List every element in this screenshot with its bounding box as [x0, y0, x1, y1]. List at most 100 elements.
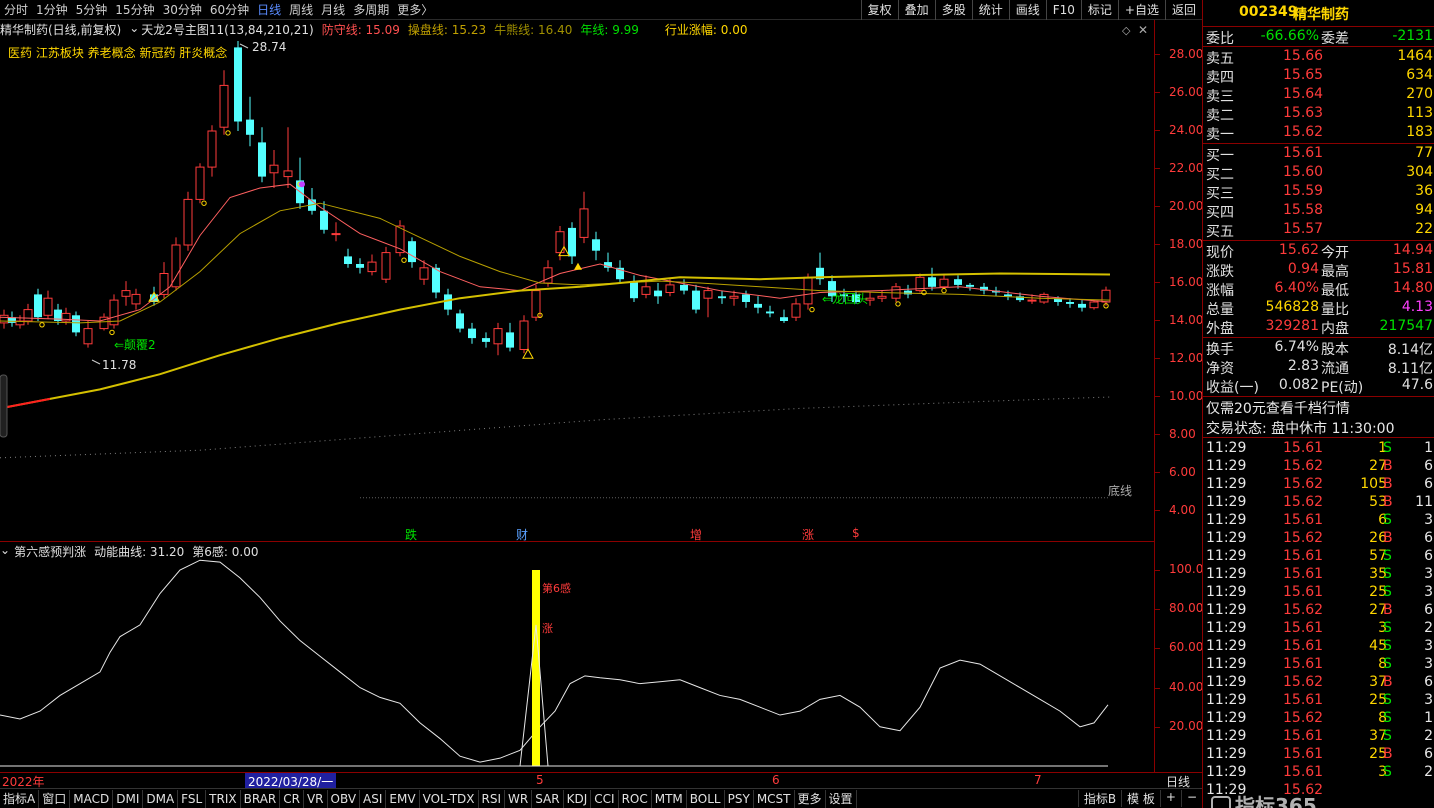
- close-icon[interactable]: ✕: [1138, 23, 1148, 37]
- indicator-tab-7[interactable]: BRAR: [241, 789, 281, 808]
- finance-label: 换手: [1206, 342, 1234, 358]
- bottom-control-0[interactable]: 指标B: [1077, 790, 1121, 807]
- tool-button-2[interactable]: 多股: [934, 0, 972, 20]
- tool-button-1[interactable]: 叠加: [897, 0, 935, 20]
- signal-dot: [201, 200, 207, 206]
- tick-count: 6: [1424, 530, 1433, 546]
- indicator-name[interactable]: 第六感预判涨: [14, 543, 86, 560]
- indicator-tab-0[interactable]: 指标A: [0, 789, 40, 808]
- candle: [258, 127, 266, 183]
- signal-longhuitou-label: ⇐龙回头: [822, 292, 869, 306]
- tool-button-7[interactable]: +自选: [1117, 0, 1165, 20]
- indicator-tab-13[interactable]: VOL-TDX: [420, 789, 479, 808]
- indicator-tab-2[interactable]: MACD: [70, 789, 114, 808]
- tab-1[interactable]: 1分钟: [32, 1, 72, 18]
- signal-dot: [401, 257, 407, 263]
- indicator-tab-21[interactable]: BOLL: [687, 789, 725, 808]
- indicator-tab-5[interactable]: FSL: [178, 789, 207, 808]
- tick-row: 11:29 15.61 35 S 3: [1203, 565, 1434, 584]
- chart-header: 精华制药(日线,前复权) ⌄ 天龙2号主图11(13,84,210,21) 防守…: [0, 21, 748, 38]
- tool-button-6[interactable]: 标记: [1080, 0, 1118, 20]
- finance-label2: 流通: [1321, 361, 1349, 377]
- tick-time: 11:29: [1206, 584, 1247, 600]
- tab-7[interactable]: 周线: [285, 1, 317, 18]
- bottom-right-controls: 指标B 模 板 + −: [1077, 790, 1202, 807]
- indicator-tab-8[interactable]: CR: [280, 789, 304, 808]
- candle: [83, 321, 93, 348]
- signal-dot: [39, 322, 45, 328]
- indicator-label[interactable]: 天龙2号主图11(13,84,210,21): [141, 21, 313, 38]
- chevron-down-icon[interactable]: ⌄: [0, 543, 10, 560]
- ask-price: 15.62: [1283, 124, 1324, 140]
- indicator-tab-23[interactable]: MCST: [754, 789, 795, 808]
- indicator-tab-14[interactable]: RSI: [479, 789, 506, 808]
- tab-0[interactable]: 分时: [0, 1, 32, 18]
- tick-time: 11:29: [1206, 494, 1247, 510]
- tick-side: S: [1383, 440, 1392, 456]
- indicator-svg: [0, 559, 1109, 767]
- indicator-tab-12[interactable]: EMV: [386, 789, 420, 808]
- finance-value: 2.83: [1287, 358, 1319, 374]
- promo-link[interactable]: 仅需20元查看千档行情: [1206, 398, 1350, 418]
- tab-4[interactable]: 30分钟: [159, 1, 206, 18]
- candle: [159, 262, 169, 299]
- quote-row: 总量 546828 量比 4.13: [1203, 298, 1434, 318]
- indicator-tab-24[interactable]: 更多: [795, 789, 826, 808]
- indicator-chart[interactable]: ⌄ 第六感预判涨 动能曲线: 31.20 第6感: 0.00 第6感 涨: [0, 542, 1154, 772]
- tab-9[interactable]: 多周期: [349, 1, 393, 18]
- candle: [654, 283, 662, 304]
- candle: [0, 309, 9, 329]
- indicator-tab-16[interactable]: SAR: [532, 789, 564, 808]
- candle: [121, 281, 131, 306]
- tick-side: B: [1383, 674, 1393, 690]
- chevron-down-icon[interactable]: ⌄: [129, 21, 139, 38]
- tick-side: S: [1383, 692, 1392, 708]
- indicator-tab-9[interactable]: VR: [304, 789, 328, 808]
- bottom-control-2[interactable]: +: [1159, 790, 1181, 807]
- indicator-tab-25[interactable]: 设置: [826, 789, 857, 808]
- tab-2[interactable]: 5分钟: [72, 1, 112, 18]
- finance-label2: 股本: [1321, 342, 1349, 358]
- tab-5[interactable]: 60分钟: [206, 1, 253, 18]
- settings-diamond-icon[interactable]: ◇: [1122, 24, 1130, 37]
- candle: [219, 70, 229, 135]
- indicator-tab-4[interactable]: DMA: [143, 789, 179, 808]
- indicator-tab-18[interactable]: CCI: [591, 789, 619, 808]
- indicator-tab-1[interactable]: 窗口: [39, 789, 71, 808]
- quote-label2: 今开: [1321, 245, 1349, 261]
- tool-button-8[interactable]: 返回: [1164, 0, 1202, 20]
- indicator-tab-15[interactable]: WR: [505, 789, 533, 808]
- quote-value2: 14.80: [1392, 280, 1433, 296]
- indicator-tab-22[interactable]: PSY: [725, 789, 754, 808]
- main-kline-chart[interactable]: 精华制药(日线,前复权) ⌄ 天龙2号主图11(13,84,210,21) 防守…: [0, 20, 1154, 542]
- signal-dot: [225, 130, 231, 136]
- tool-button-0[interactable]: 复权: [860, 0, 898, 20]
- indicator-tab-17[interactable]: KDJ: [564, 789, 592, 808]
- finance-row: 净资 2.83 流通 8.11亿: [1203, 357, 1434, 377]
- tab-3[interactable]: 15分钟: [111, 1, 158, 18]
- tool-button-3[interactable]: 统计: [971, 0, 1009, 20]
- tick-count: 6: [1424, 476, 1433, 492]
- scroll-handle[interactable]: [0, 374, 8, 438]
- tool-button-4[interactable]: 画线: [1008, 0, 1046, 20]
- price-tick-label: 6.00: [1169, 465, 1196, 479]
- indicator-tab-19[interactable]: ROC: [619, 789, 652, 808]
- bottom-control-3[interactable]: −: [1180, 790, 1202, 807]
- tab-8[interactable]: 月线: [317, 1, 349, 18]
- indicator-tab-11[interactable]: ASI: [360, 789, 387, 808]
- indicator-tab-6[interactable]: TRIX: [206, 789, 241, 808]
- tab-10[interactable]: 更多〉: [393, 1, 437, 18]
- tick-time: 11:29: [1206, 566, 1247, 582]
- tick-price: 15.61: [1283, 440, 1324, 456]
- tab-6[interactable]: 日线: [253, 1, 285, 18]
- bottom-control-1[interactable]: 模 板: [1121, 790, 1160, 807]
- tool-button-5[interactable]: F10: [1045, 0, 1081, 20]
- candle: [616, 260, 624, 283]
- indicator-tab-20[interactable]: MTM: [652, 789, 687, 808]
- indicator-tab-10[interactable]: OBV: [328, 789, 361, 808]
- candle: [915, 273, 925, 293]
- event-marker: $: [852, 526, 860, 540]
- longterm-dotted-line: [0, 396, 1111, 459]
- indicator-tab-3[interactable]: DMI: [113, 789, 144, 808]
- tick-side: S: [1383, 584, 1392, 600]
